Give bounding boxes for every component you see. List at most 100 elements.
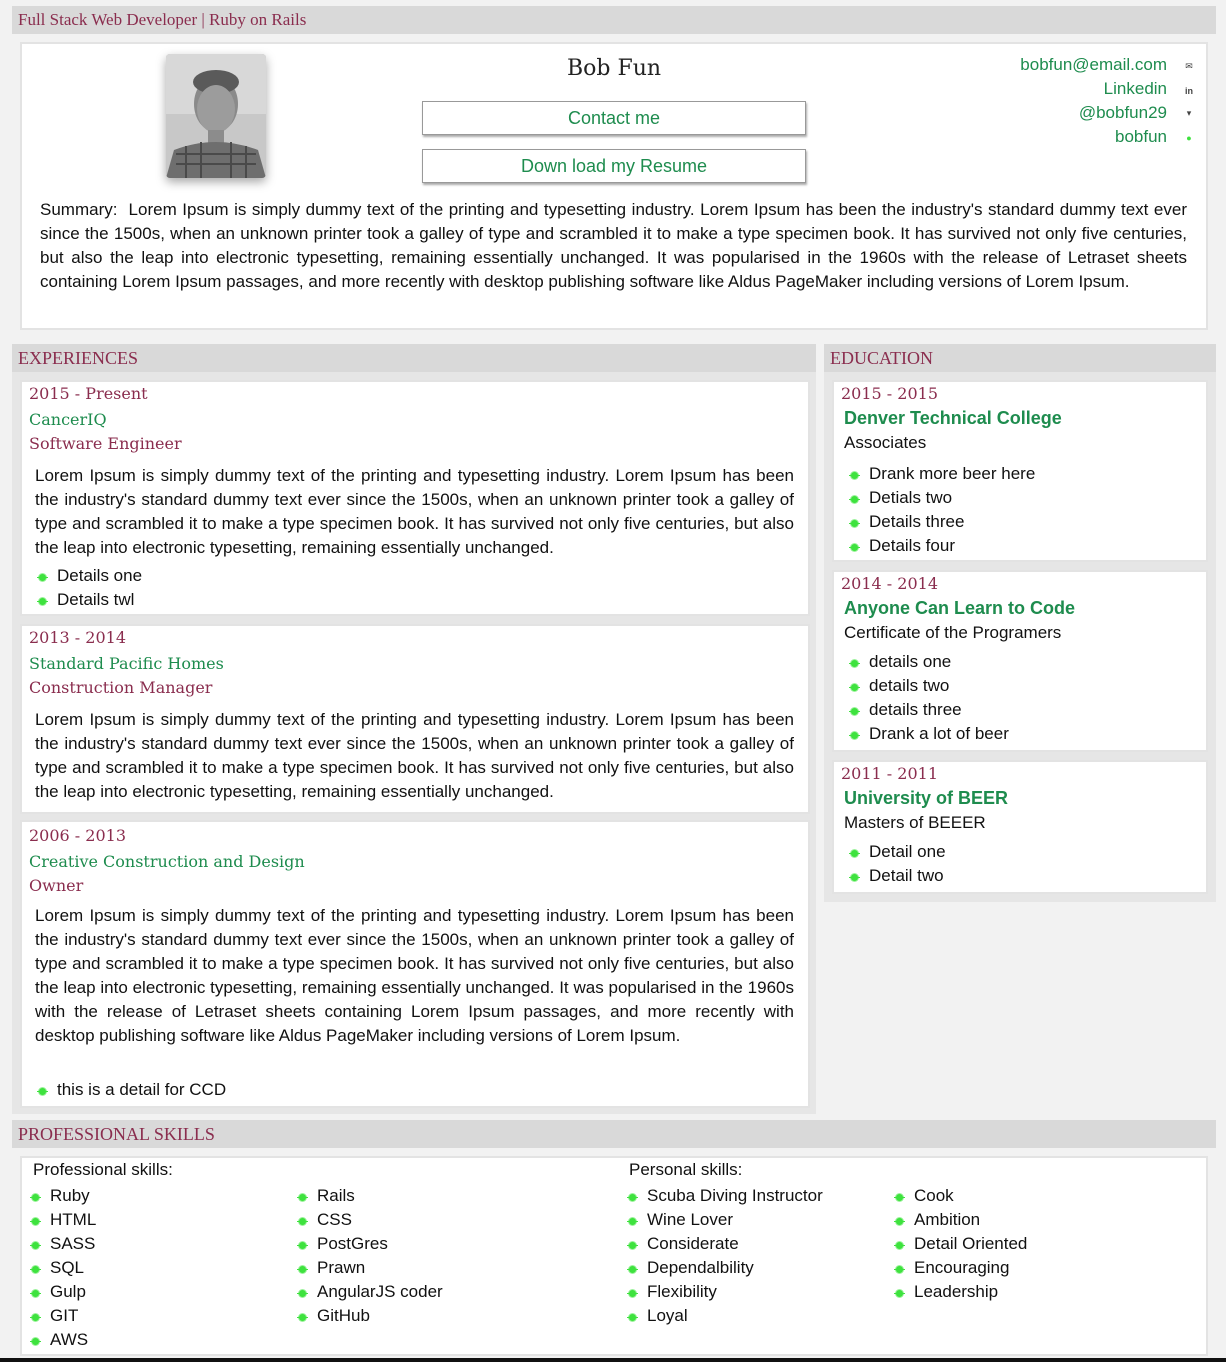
- bullet-icon: [297, 1288, 308, 1298]
- linkedin-link[interactable]: Linkedin: [1104, 79, 1167, 99]
- education-school: University of BEER: [844, 788, 1009, 808]
- experience-role: Construction Manager: [29, 678, 213, 697]
- skill-item: Encouraging: [894, 1256, 1009, 1280]
- list-item: details two: [849, 674, 949, 698]
- bullet-icon: [849, 872, 860, 882]
- bullet-icon: [894, 1240, 905, 1250]
- education-dates: 2015 - 2015: [841, 384, 939, 403]
- bullet-icon: [30, 1288, 41, 1298]
- bullet-icon: [849, 682, 860, 692]
- summary-text: Lorem Ipsum is simply dummy text of the …: [40, 200, 1187, 291]
- education-heading: EDUCATION: [830, 348, 933, 368]
- skill-item: Gulp: [30, 1280, 86, 1304]
- bullet-icon: [37, 596, 48, 606]
- professional-skills-label: Professional skills:: [33, 1160, 173, 1179]
- skill-item: Scuba Diving Instructor: [627, 1184, 823, 1208]
- skill-item: Cook: [894, 1184, 954, 1208]
- bullet-icon: [37, 572, 48, 582]
- experience-description: Lorem Ipsum is simply dummy text of the …: [35, 710, 794, 801]
- skill-item: Ambition: [894, 1208, 980, 1232]
- list-item: Details twl: [37, 588, 134, 612]
- experience-description: Lorem Ipsum is simply dummy text of the …: [35, 466, 794, 557]
- page-title: Full Stack Web Developer | Ruby on Rails: [18, 10, 307, 29]
- bullet-icon: [627, 1312, 638, 1322]
- skill-item: Leadership: [894, 1280, 998, 1304]
- experience-dates: 2006 - 2013: [29, 826, 127, 845]
- skill-item: Ruby: [30, 1184, 90, 1208]
- bullet-icon: [849, 730, 860, 740]
- header-bar: Full Stack Web Developer | Ruby on Rails: [12, 6, 1216, 34]
- email-link[interactable]: bobfun@email.com: [1020, 55, 1167, 75]
- avatar: [166, 54, 266, 178]
- list-item: this is a detail for CCD: [37, 1078, 226, 1102]
- experience-dates: 2013 - 2014: [29, 628, 127, 647]
- bullet-icon: [297, 1240, 308, 1250]
- education-degree: Masters of BEEER: [844, 813, 986, 832]
- bullet-icon: [30, 1216, 41, 1226]
- envelope-icon: ✉: [1185, 61, 1193, 71]
- list-item: Details three: [849, 510, 964, 534]
- linkedin-icon: in: [1185, 86, 1193, 96]
- bullet-icon: [849, 542, 860, 552]
- list-item: details three: [849, 698, 962, 722]
- bullet-icon: [849, 848, 860, 858]
- list-item: Drank more beer here: [849, 462, 1035, 486]
- experiences-heading: EXPERIENCES: [18, 348, 139, 368]
- education-school: Denver Technical College: [844, 408, 1062, 428]
- bullet-icon: [297, 1192, 308, 1202]
- bullet-icon: [894, 1264, 905, 1274]
- education-school: Anyone Can Learn to Code: [844, 598, 1076, 618]
- summary-label: Summary:: [40, 200, 118, 219]
- bullet-icon: [30, 1264, 41, 1274]
- bullet-icon: [297, 1264, 308, 1274]
- skill-item: Considerate: [627, 1232, 739, 1256]
- profile-name: Bob Fun: [566, 56, 662, 81]
- skill-item: GitHub: [297, 1304, 370, 1328]
- skill-item: Prawn: [297, 1256, 365, 1280]
- skill-item: Flexibility: [627, 1280, 717, 1304]
- download-resume-button[interactable]: Down load my Resume: [422, 149, 806, 183]
- experience-role: Owner: [29, 876, 84, 895]
- bullet-icon: [297, 1216, 308, 1226]
- experience-company: Standard Pacific Homes: [29, 654, 224, 673]
- bullet-icon: [30, 1312, 41, 1322]
- skype-link[interactable]: bobfun: [1115, 127, 1167, 147]
- bullet-icon: [627, 1288, 638, 1298]
- experience-company: CancerIQ: [29, 410, 107, 429]
- education-degree: Associates: [844, 433, 927, 452]
- bullet-icon: [849, 706, 860, 716]
- bullet-icon: [627, 1240, 638, 1250]
- bullet-icon: [849, 470, 860, 480]
- education-dates: 2014 - 2014: [841, 574, 939, 593]
- experience-dates: 2015 - Present: [29, 384, 148, 403]
- skills-heading-bar: PROFESSIONAL SKILLS: [12, 1120, 1216, 1148]
- contact-me-button[interactable]: Contact me: [422, 101, 806, 135]
- skill-item: Dependalbility: [627, 1256, 754, 1280]
- skill-item: PostGres: [297, 1232, 388, 1256]
- list-item: details one: [849, 650, 951, 674]
- skill-item: SASS: [30, 1232, 95, 1256]
- bullet-icon: [37, 1086, 48, 1096]
- experience-company: Creative Construction and Design: [29, 852, 305, 871]
- personal-skills-label: Personal skills:: [629, 1160, 743, 1179]
- bullet-icon: [849, 658, 860, 668]
- twitter-link[interactable]: @bobfun29: [1079, 103, 1167, 123]
- skill-item: Rails: [297, 1184, 355, 1208]
- bullet-icon: [849, 494, 860, 504]
- list-item: Details one: [37, 564, 142, 588]
- bullet-icon: [894, 1216, 905, 1226]
- skill-item: GIT: [30, 1304, 78, 1328]
- skill-item: Detail Oriented: [894, 1232, 1027, 1256]
- bullet-icon: [627, 1192, 638, 1202]
- bullet-icon: [849, 518, 860, 528]
- list-item: Detials two: [849, 486, 952, 510]
- twitter-icon: ▾: [1186, 108, 1192, 118]
- summary: Summary: Lorem Ipsum is simply dummy tex…: [40, 198, 1187, 294]
- skill-item: AngularJS coder: [297, 1280, 443, 1304]
- education-degree: Certificate of the Programers: [844, 623, 1062, 642]
- skill-item: Loyal: [627, 1304, 688, 1328]
- bullet-icon: [30, 1240, 41, 1250]
- bullet-icon: [30, 1336, 41, 1346]
- bullet-icon: [894, 1192, 905, 1202]
- list-item: Detail two: [849, 864, 944, 888]
